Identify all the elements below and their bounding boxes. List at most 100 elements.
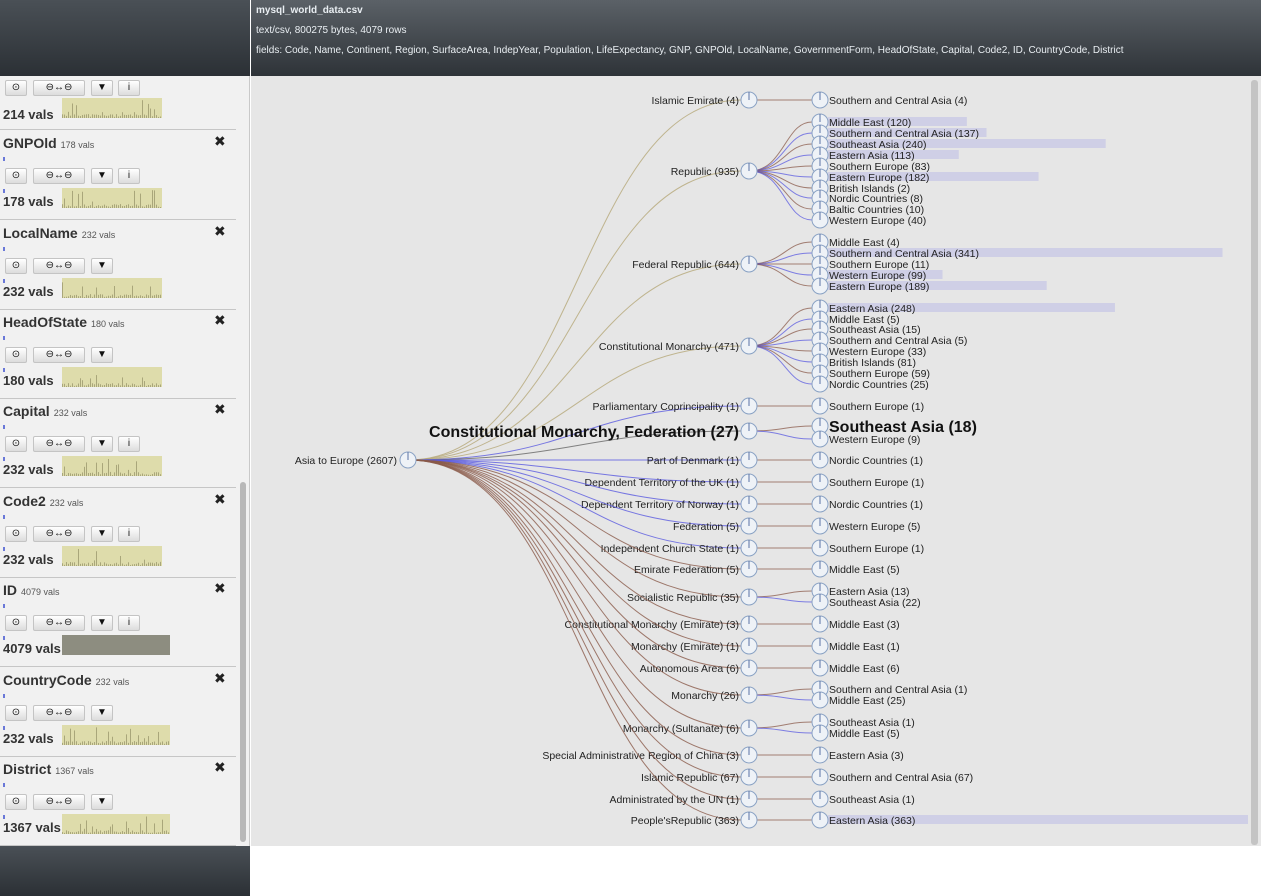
filter-button[interactable]: ▼ bbox=[91, 705, 113, 721]
histogram-bar bbox=[96, 462, 97, 476]
leaf-label: Southern Europe (1) bbox=[829, 477, 924, 489]
filter-button[interactable]: ▼ bbox=[91, 436, 113, 452]
tree-canvas[interactable]: Southern and Central Asia (4) Islamic Emi… bbox=[251, 76, 1261, 846]
histogram-bar bbox=[76, 473, 77, 476]
histogram-bar bbox=[108, 731, 109, 745]
tree-link bbox=[407, 459, 742, 821]
value-histogram bbox=[62, 814, 170, 834]
field-panel-id: ID 4079 vals ✖ ⊙ ⊖↔⊖ ▼ i 4079 vals bbox=[0, 577, 236, 667]
close-icon[interactable]: ✖ bbox=[214, 580, 226, 597]
relate-button[interactable]: ⊖↔⊖ bbox=[33, 615, 85, 631]
relate-button[interactable]: ⊖↔⊖ bbox=[33, 794, 85, 810]
field-value-count: 232 vals bbox=[81, 230, 116, 240]
histogram-bar bbox=[130, 564, 131, 566]
histogram-bar bbox=[108, 383, 109, 387]
tree-link bbox=[748, 345, 813, 374]
tree-link bbox=[748, 241, 813, 265]
histogram-bar bbox=[70, 562, 71, 566]
field-title: LocalName 232 vals bbox=[3, 225, 115, 241]
info-button[interactable]: i bbox=[118, 80, 140, 96]
histogram-bar bbox=[112, 204, 113, 208]
histogram-bar bbox=[142, 830, 143, 834]
histogram-bar bbox=[158, 563, 159, 566]
histogram-bar bbox=[144, 381, 145, 387]
select-button[interactable]: ⊙ bbox=[5, 705, 27, 721]
relate-button[interactable]: ⊖↔⊖ bbox=[33, 168, 85, 184]
leaf-label: Middle East (1) bbox=[829, 641, 900, 653]
histogram-bar bbox=[122, 206, 123, 208]
close-icon[interactable]: ✖ bbox=[214, 670, 226, 687]
select-button[interactable]: ⊙ bbox=[5, 436, 27, 452]
filter-button[interactable]: ▼ bbox=[91, 168, 113, 184]
relate-button[interactable]: ⊖↔⊖ bbox=[33, 436, 85, 452]
histogram-bar bbox=[136, 114, 137, 118]
field-value-count: 232 vals bbox=[95, 677, 130, 687]
close-icon[interactable]: ✖ bbox=[214, 223, 226, 240]
info-button[interactable]: i bbox=[118, 436, 140, 452]
field-panel-headofstate: HeadOfState 180 vals ✖ ⊙ ⊖↔⊖ ▼ 180 vals bbox=[0, 309, 236, 399]
filter-button[interactable]: ▼ bbox=[91, 80, 113, 96]
close-icon[interactable]: ✖ bbox=[214, 401, 226, 418]
filter-button[interactable]: ▼ bbox=[91, 347, 113, 363]
histogram-bar bbox=[110, 295, 111, 298]
select-button[interactable]: ⊙ bbox=[5, 526, 27, 542]
histogram-bar bbox=[120, 832, 121, 834]
histogram-background bbox=[62, 546, 162, 566]
histogram-bar bbox=[140, 474, 141, 476]
relate-button[interactable]: ⊖↔⊖ bbox=[33, 258, 85, 274]
relate-button[interactable]: ⊖↔⊖ bbox=[33, 347, 85, 363]
filter-button[interactable]: ▼ bbox=[91, 615, 113, 631]
group-label: Autonomous Area (6) bbox=[640, 663, 739, 675]
range-marker bbox=[3, 189, 5, 193]
select-button[interactable]: ⊙ bbox=[5, 615, 27, 631]
info-button[interactable]: i bbox=[118, 526, 140, 542]
histogram-bar bbox=[154, 295, 155, 298]
select-button[interactable]: ⊙ bbox=[5, 80, 27, 96]
histogram-bar bbox=[80, 742, 81, 745]
sidebar-scrollbar[interactable] bbox=[240, 482, 246, 842]
histogram-bar bbox=[70, 206, 71, 208]
info-button[interactable]: i bbox=[118, 168, 140, 184]
value-histogram bbox=[62, 725, 170, 745]
select-button[interactable]: ⊙ bbox=[5, 168, 27, 184]
tree-link bbox=[748, 425, 813, 432]
close-icon[interactable]: ✖ bbox=[214, 491, 226, 508]
histogram-bar bbox=[82, 563, 83, 566]
close-icon[interactable]: ✖ bbox=[214, 312, 226, 329]
histogram-bar bbox=[66, 206, 67, 208]
histogram-bar bbox=[116, 296, 117, 298]
histogram-bar bbox=[78, 473, 79, 476]
tree-link bbox=[748, 721, 813, 729]
select-button[interactable]: ⊙ bbox=[5, 347, 27, 363]
field-value-count: 4079 vals bbox=[21, 587, 60, 597]
histogram-bar bbox=[128, 827, 129, 834]
relate-button[interactable]: ⊖↔⊖ bbox=[33, 526, 85, 542]
filter-button[interactable]: ▼ bbox=[91, 794, 113, 810]
histogram-bar bbox=[102, 564, 103, 566]
histogram-bar bbox=[104, 384, 105, 387]
range-marker bbox=[3, 515, 5, 519]
value-count: 232 vals bbox=[3, 552, 54, 567]
histogram-bar bbox=[70, 385, 71, 387]
relate-button[interactable]: ⊖↔⊖ bbox=[33, 705, 85, 721]
field-sidebar[interactable]: ⊙ ⊖↔⊖ ▼ i 214 vals GNPOld 178 vals ✖ ⊙ ⊖↔⊖ ▼ i… bbox=[0, 76, 250, 846]
filter-button[interactable]: ▼ bbox=[91, 526, 113, 542]
close-icon[interactable]: ✖ bbox=[214, 759, 226, 776]
tree-link bbox=[748, 121, 813, 172]
relate-button[interactable]: ⊖↔⊖ bbox=[33, 80, 85, 96]
histogram-bar bbox=[118, 116, 119, 118]
field-list: fields: Code, Name, Continent, Region, S… bbox=[256, 45, 1124, 56]
histogram-bar bbox=[80, 563, 81, 566]
tree-link bbox=[748, 263, 813, 287]
tree-link bbox=[748, 727, 813, 734]
histogram-bar bbox=[168, 741, 169, 745]
histogram-bar bbox=[68, 831, 69, 834]
histogram-bar bbox=[72, 383, 73, 387]
tree-visualization[interactable]: Southern and Central Asia (4) Islamic Emi… bbox=[251, 76, 1261, 846]
viz-scrollbar[interactable] bbox=[1251, 80, 1258, 845]
filter-button[interactable]: ▼ bbox=[91, 258, 113, 274]
info-button[interactable]: i bbox=[118, 615, 140, 631]
select-button[interactable]: ⊙ bbox=[5, 794, 27, 810]
select-button[interactable]: ⊙ bbox=[5, 258, 27, 274]
close-icon[interactable]: ✖ bbox=[214, 133, 226, 150]
